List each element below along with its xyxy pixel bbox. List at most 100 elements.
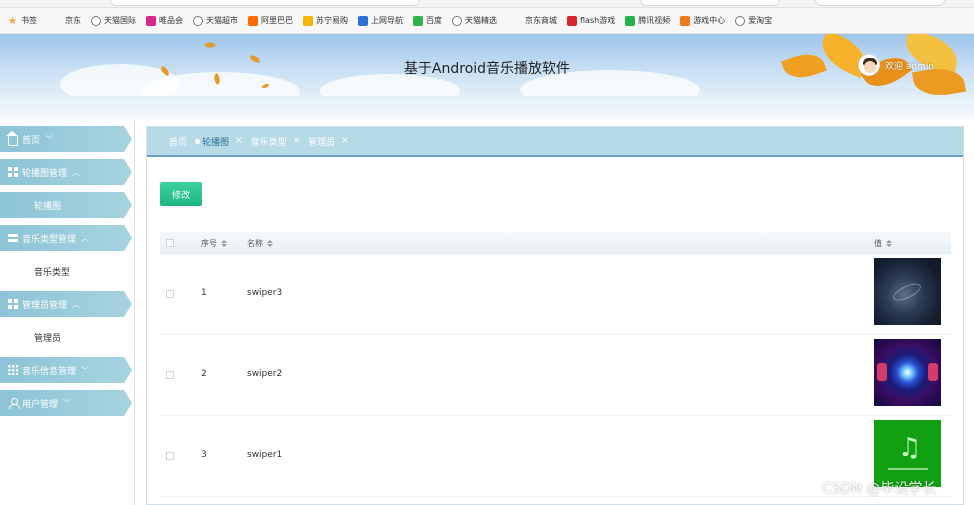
bookmark-item[interactable]: 百度 (413, 15, 442, 26)
grid-icon (8, 167, 18, 177)
sidebar-menu-label: 管理员管理 (22, 300, 68, 311)
bookmark-item[interactable]: 天猫超市 (193, 15, 238, 26)
video-icon (625, 15, 636, 26)
address-bar[interactable] (110, 0, 420, 6)
bookmark-item[interactable]: 苏宁易购 (303, 15, 348, 26)
sidebar-item-6[interactable]: 管理员 (0, 324, 132, 350)
tab-bar: 首页 轮播图 × 音乐类型 × 管理员 × (147, 127, 963, 157)
bookmark-item[interactable]: 游戏中心 (680, 15, 725, 26)
vip-icon (146, 15, 156, 26)
sidebar-menu-1[interactable]: 轮播图管理 ︿ (0, 159, 132, 185)
select-all-checkbox[interactable] (166, 239, 174, 247)
row-index: 3 (201, 450, 207, 460)
header-subbar (0, 96, 974, 120)
column-header-index[interactable]: 序号 (201, 238, 227, 249)
table-row[interactable]: 2 swiper2 (160, 335, 951, 416)
globe-icon (193, 15, 203, 26)
home-icon (6, 130, 18, 146)
sidebar-menu-3[interactable]: 音乐类型管理 ︿ (0, 225, 132, 251)
flash-icon (567, 15, 577, 26)
globe-icon (735, 15, 746, 26)
table-row[interactable]: 1 swiper3 (160, 254, 951, 335)
bookmark-item[interactable]: 上网导航 (358, 15, 403, 26)
tab-1[interactable]: 轮播图 × (195, 135, 243, 148)
bookmark-item[interactable]: 腾讯视频 (625, 15, 670, 26)
row-checkbox[interactable] (166, 290, 174, 298)
sidebar-menu-label: 音乐信息管理 (22, 366, 77, 377)
row-image-thumbnail[interactable] (874, 258, 941, 325)
column-header-name[interactable]: 名称 (247, 238, 273, 249)
row-image-thumbnail[interactable] (874, 420, 941, 487)
user-icon (8, 398, 20, 409)
row-image-thumbnail[interactable] (874, 339, 941, 406)
row-index: 2 (201, 369, 207, 379)
bookmark-item[interactable]: 京东商城 (525, 15, 557, 26)
sort-icon[interactable] (221, 240, 227, 247)
bookmark-item[interactable]: 天猫国际 (91, 15, 136, 26)
globe-icon (91, 15, 101, 26)
navigation-icon (358, 15, 368, 26)
close-icon[interactable]: × (235, 136, 243, 146)
sort-icon[interactable] (267, 240, 273, 247)
page-title: 基于Android音乐播放软件 (403, 61, 571, 77)
browser-search-box[interactable] (815, 0, 945, 6)
bookmarks-bar: ★ 书签 京东 天猫国际 唯品会 天猫超市 阿里巴巴 苏宁易购 上网导航 百度 天猫精选 京东商城 fl… (0, 8, 974, 34)
row-index: 1 (201, 288, 207, 298)
suning-icon (303, 15, 313, 26)
sidebar-menu-7[interactable]: 音乐信息管理 ﹀ (0, 357, 132, 383)
bookmark-item[interactable]: 唯品会 (146, 15, 183, 26)
bookmark-item[interactable]: 天猫精选 (452, 15, 497, 26)
chevron-icon: ﹀ (63, 398, 72, 408)
sidebar-menu-8[interactable]: 用户管理 ﹀ (0, 390, 132, 416)
bookmark-item[interactable]: 阿里巴巴 (248, 15, 293, 26)
star-icon: ★ (8, 15, 17, 27)
tab-0[interactable]: 首页 (169, 135, 187, 148)
bookmark-item[interactable]: flash游戏 (567, 15, 615, 26)
apps-icon (8, 365, 18, 375)
chevron-icon: ﹀ (81, 365, 90, 375)
bookmark-item[interactable]: ★ 书签 (8, 15, 37, 27)
bookmark-item[interactable]: 京东 (65, 15, 81, 26)
sort-icon[interactable] (886, 240, 892, 247)
baidu-icon (413, 15, 423, 26)
browser-address-strip (0, 0, 974, 8)
sidebar-item-label: 轮播图 (34, 201, 62, 212)
chevron-icon: ︿ (81, 233, 90, 243)
sidebar-menu-5[interactable]: 管理员管理 ︿ (0, 291, 132, 317)
user-avatar[interactable] (858, 54, 880, 76)
close-icon[interactable]: × (293, 136, 301, 146)
globe-icon (452, 15, 462, 26)
sidebar-item-2[interactable]: 轮播图 (0, 192, 132, 218)
row-checkbox[interactable] (166, 452, 174, 460)
row-name: swiper1 (247, 450, 283, 460)
active-dot-icon (195, 138, 201, 144)
row-name: swiper2 (247, 369, 283, 379)
tab-2[interactable]: 音乐类型 × (251, 135, 301, 148)
header-banner: 基于Android音乐播放软件 (0, 34, 974, 96)
column-header-value[interactable]: 值 (874, 238, 892, 249)
tab-3[interactable]: 管理员 × (308, 135, 349, 148)
browser-tab[interactable] (640, 0, 780, 6)
alibaba-icon (248, 15, 258, 26)
data-table: 序号 名称 值 1 swiper3 2 swiper2 3 swiper1 (160, 232, 951, 497)
row-checkbox[interactable] (166, 371, 174, 379)
list-icon (8, 233, 18, 243)
bookmark-item[interactable]: 爱淘宝 (735, 15, 772, 26)
row-name: swiper3 (247, 288, 283, 298)
sidebar-menu-0[interactable]: 首页 ﹀ (0, 126, 132, 152)
chevron-icon: ︿ (72, 299, 81, 309)
sidebar-menu-label: 音乐类型管理 (22, 234, 77, 245)
gamepad-icon (680, 15, 691, 26)
chevron-icon: ﹀ (45, 134, 54, 144)
sidebar-menu-label: 用户管理 (22, 399, 59, 410)
watermark: CSDN @毕设学长 (822, 481, 937, 497)
sidebar-menu-label: 首页 (22, 135, 41, 146)
sidebar-item-4[interactable]: 音乐类型 (0, 258, 132, 284)
grid-icon (8, 299, 18, 309)
chevron-icon: ︿ (72, 167, 81, 177)
sidebar-item-label: 管理员 (34, 333, 62, 344)
main-panel: 首页 轮播图 × 音乐类型 × 管理员 × 修改 序号 名称 值 1 swiper3 2 swip… (146, 126, 964, 505)
sidebar: 首页 ﹀ 轮播图管理 ︿ 轮播图 音乐类型管理 ︿ 音乐类型 管理员管理 ︿ 管理员 音乐信息管理 ﹀ 用… (0, 120, 135, 505)
close-icon[interactable]: × (341, 136, 349, 146)
edit-button[interactable]: 修改 (160, 182, 202, 206)
